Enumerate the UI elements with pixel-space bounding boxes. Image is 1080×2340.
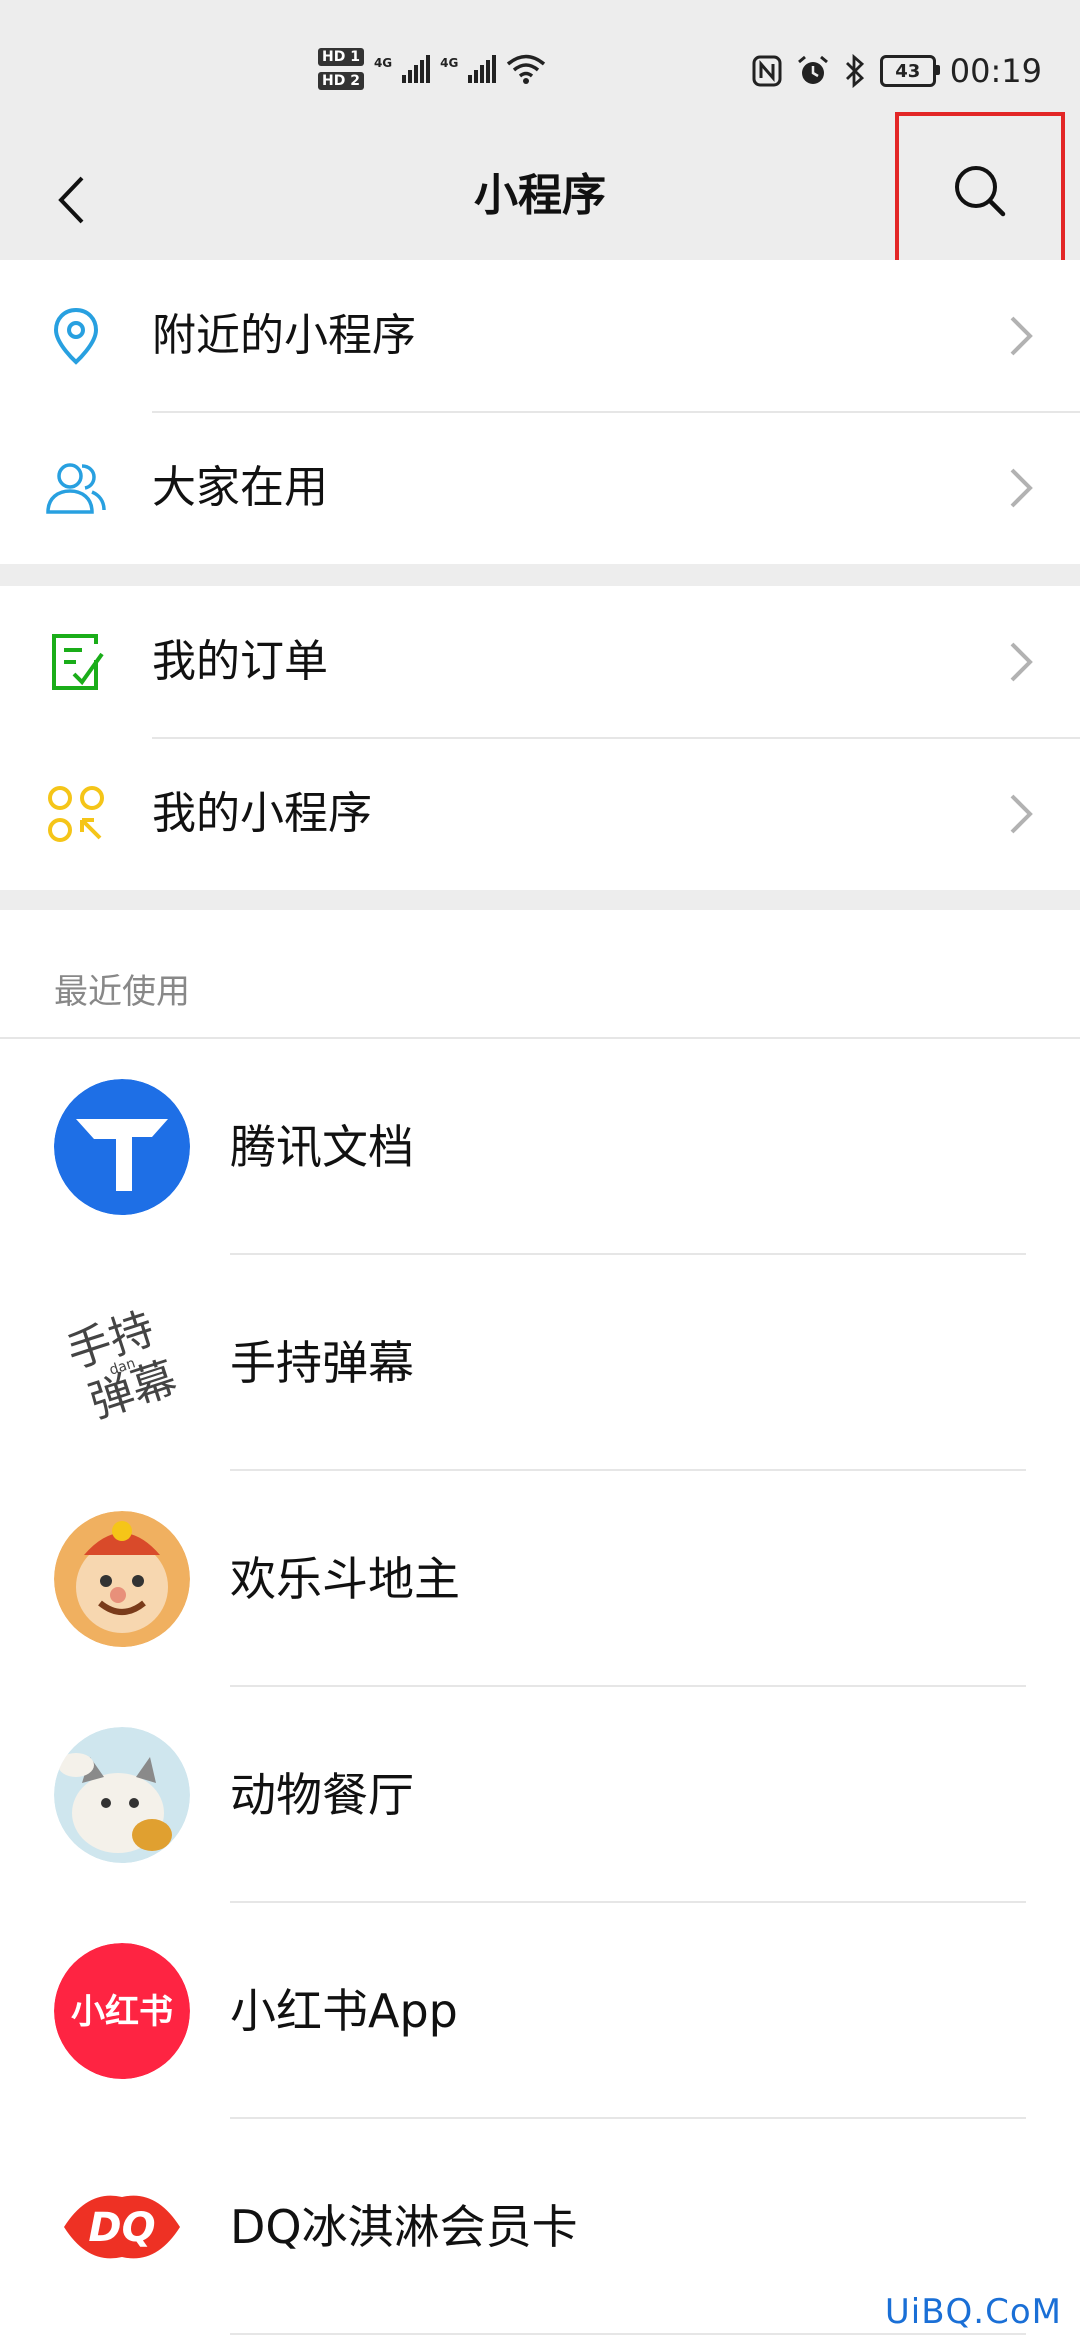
alarm-icon <box>797 55 828 84</box>
app-name: 欢乐斗地主 <box>230 1552 460 1606</box>
network-type-2: 4G <box>440 56 459 70</box>
menu-item-label: 我的订单 <box>152 636 328 687</box>
order-checklist-icon <box>52 634 104 690</box>
recent-app-handheld-danmaku[interactable]: 手持 dan 弹幕 手持弹幕 <box>0 1255 1080 1471</box>
menu-item-label: 我的小程序 <box>152 788 372 839</box>
app-name: DQ冰淇淋会员卡 <box>230 2200 578 2254</box>
svg-text:DQ: DQ <box>88 2205 155 2251</box>
clock-time: 00:19 <box>949 52 1042 90</box>
chevron-right-icon <box>1010 642 1033 682</box>
signal-1-icon <box>402 55 431 83</box>
my-miniprogram-icon <box>48 786 104 842</box>
search-button[interactable] <box>895 112 1065 270</box>
recent-section-title: 最近使用 <box>54 972 190 1012</box>
app-name: 动物餐厅 <box>230 1768 414 1822</box>
people-icon <box>46 463 106 514</box>
animal-restaurant-logo <box>54 1727 190 1863</box>
svg-text:小红书: 小红书 <box>71 1992 173 2032</box>
hd-indicators: HD 1 HD 2 <box>318 48 364 90</box>
recent-app-tencent-docs[interactable]: 腾讯文档 <box>0 1039 1080 1255</box>
hd2-badge: HD 2 <box>318 72 364 90</box>
app-name: 腾讯文档 <box>230 1120 414 1174</box>
app-name: 小红书App <box>230 1984 458 2038</box>
chevron-right-icon <box>1010 794 1033 834</box>
chevron-right-icon <box>1010 468 1033 508</box>
recent-app-animal-restaurant[interactable]: 动物餐厅 <box>0 1687 1080 1903</box>
menu-item-label: 大家在用 <box>152 462 328 513</box>
app-name: 手持弹幕 <box>230 1336 414 1390</box>
recent-app-happy-landlord[interactable]: 欢乐斗地主 <box>0 1471 1080 1687</box>
watermark: UiBQ.CoM <box>884 2292 1062 2332</box>
chevron-right-icon <box>1010 316 1033 356</box>
recent-app-xiaohongshu[interactable]: 小红书 小红书App <box>0 1903 1080 2119</box>
handheld-danmaku-logo: 手持 dan 弹幕 <box>54 1295 190 1431</box>
menu-item-my-miniprograms[interactable]: 我的小程序 <box>0 738 1080 890</box>
network-type-1: 4G <box>373 56 393 70</box>
menu-item-popular[interactable]: 大家在用 <box>0 412 1080 564</box>
menu-group-discover: 附近的小程序 大家在用 <box>0 260 1080 564</box>
menu-item-my-orders[interactable]: 我的订单 <box>0 586 1080 738</box>
hd1-badge: HD 1 <box>318 48 364 66</box>
bluetooth-icon <box>845 54 864 88</box>
xiaohongshu-logo: 小红书 <box>54 1943 190 2079</box>
menu-item-label: 附近的小程序 <box>152 310 416 361</box>
battery-icon: 43 <box>879 55 940 87</box>
navigation-bar: 小程序 <box>0 112 1080 270</box>
tencent-docs-logo <box>54 1079 190 1215</box>
divider <box>230 2333 1026 2335</box>
wifi-icon <box>507 54 546 84</box>
nfc-icon <box>752 55 782 87</box>
signal-2-icon <box>468 55 497 83</box>
dq-logo: DQ <box>54 2159 190 2295</box>
menu-group-mine: 我的订单 我的小程序 <box>0 586 1080 890</box>
status-bar-right: 43 00:19 <box>752 52 1042 90</box>
happy-landlord-logo <box>54 1511 190 1647</box>
menu-item-nearby[interactable]: 附近的小程序 <box>0 260 1080 412</box>
status-bar-left: HD 1 HD 2 4G 4G <box>318 48 546 90</box>
location-pin-icon <box>53 307 99 365</box>
search-icon <box>955 166 1006 217</box>
